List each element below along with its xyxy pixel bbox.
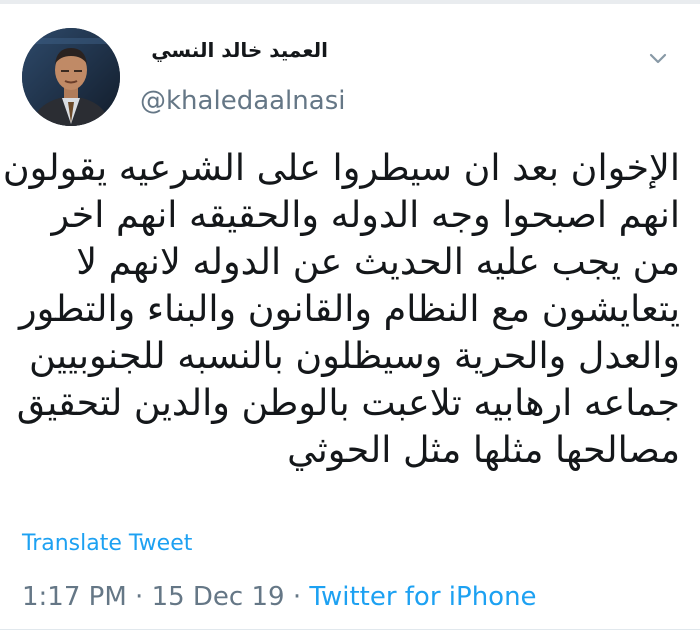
bottom-divider	[0, 629, 700, 630]
tweet-source-link[interactable]: Twitter for iPhone	[309, 582, 536, 612]
tweet-text-line: من يجب عليه الحديث عن الدوله لانهم لا	[76, 240, 680, 283]
tweet-card: العميد خالد النسي @khaledaalnasi الإخوان…	[0, 4, 700, 640]
avatar[interactable]	[22, 28, 120, 126]
tweet-text: الإخوان بعد ان سيطروا على الشرعيه يقولون…	[2, 144, 680, 473]
tweet-time[interactable]: 1:17 PM	[22, 582, 127, 612]
meta-separator: ·	[126, 582, 152, 612]
meta-separator: ·	[284, 582, 310, 612]
author-handle[interactable]: @khaledaalnasi	[140, 86, 345, 116]
chevron-down-icon[interactable]	[646, 46, 670, 70]
tweet-text-line: الإخوان بعد ان سيطروا على الشرعيه يقولون	[2, 146, 680, 189]
tweet-text-line: يتعايشون مع النظام والقانون والبناء والت…	[18, 287, 680, 330]
translate-tweet-link[interactable]: Translate Tweet	[22, 531, 192, 556]
tweet-text-line: مصالحها مثلها مثل الحوثي	[287, 428, 680, 471]
tweet-text-line: جماعه ارهابيه تلاعبت بالوطن والدين لتحقي…	[16, 381, 680, 424]
tweet-date[interactable]: 15 Dec 19	[152, 582, 285, 612]
author-display-name[interactable]: العميد خالد النسي	[151, 38, 328, 62]
tweet-text-line: انهم اصبحوا وجه الدوله والحقيقه انهم اخر	[51, 193, 680, 236]
tweet-metadata: 1:17 PM · 15 Dec 19 · Twitter for iPhone	[22, 582, 537, 612]
tweet-text-line: والعدل والحرية وسيظلون بالنسبه للجنوبيين	[29, 334, 680, 377]
